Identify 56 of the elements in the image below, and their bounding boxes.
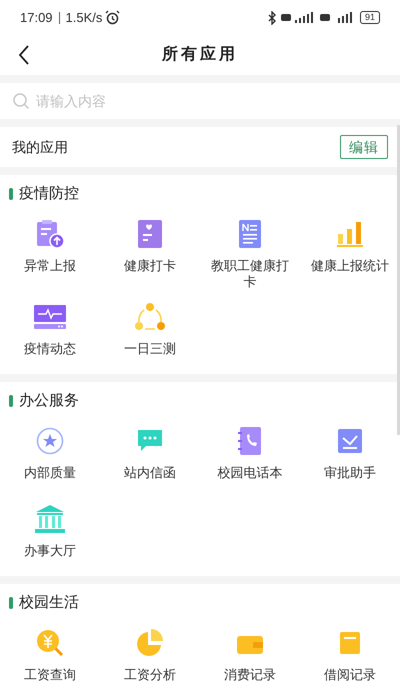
app-label: 消费记录 (224, 667, 276, 683)
app-label: 校园电话本 (218, 465, 282, 481)
section-label: 我的应用 (12, 138, 68, 156)
pie-chart-icon (135, 628, 165, 658)
network-speed: 1.5K/s (66, 8, 102, 27)
app-label: 一日三测 (124, 341, 176, 357)
document-icon (237, 219, 263, 249)
app-label: 工资查询 (24, 667, 76, 683)
phone-book-icon (238, 426, 262, 456)
search-icon (12, 92, 30, 110)
yen-magnifier-icon (35, 628, 65, 658)
heart-card-icon (136, 219, 164, 249)
back-icon (18, 45, 30, 65)
app-tile[interactable]: 校园电话本 (200, 418, 300, 496)
app-label: 异常上报 (24, 258, 76, 274)
search-field[interactable]: 请输入内容 (36, 90, 388, 112)
app-tile[interactable]: 一日三测 (100, 294, 200, 372)
app-tile[interactable]: 工资分析 (100, 620, 200, 698)
app-tile[interactable]: 办事大厅 (0, 496, 100, 574)
edit-button[interactable]: 编辑 (340, 135, 388, 159)
checkmark-card-icon (336, 427, 364, 455)
app-tile[interactable]: 内部质量 (0, 418, 100, 496)
section-title: 疫情防控 (19, 184, 79, 204)
app-label: 疫情动态 (24, 341, 76, 357)
clipboard-upload-icon (34, 218, 66, 250)
section-title: 校园生活 (19, 592, 79, 613)
app-tile[interactable]: 借阅记录 (300, 620, 400, 698)
alarm-clock-icon (105, 10, 120, 25)
app-tile[interactable]: 疫情动态 (0, 294, 100, 372)
app-label: 内部质量 (24, 465, 76, 481)
section-title: 办公服务 (19, 390, 79, 411)
app-label: 健康打卡 (124, 258, 176, 274)
app-label: 站内信函 (124, 465, 176, 481)
app-tile[interactable]: 健康打卡 (100, 211, 200, 294)
app-label: 借阅记录 (324, 667, 376, 683)
app-label: 审批助手 (324, 465, 376, 481)
app-tile[interactable]: 消费记录 (200, 620, 300, 698)
app-label: 健康上报统计 (311, 258, 389, 274)
bluetooth-icon (268, 10, 277, 24)
app-tile[interactable]: 异常上报 (0, 211, 100, 294)
battery-indicator: 91 (360, 11, 380, 24)
search-bar[interactable]: 请输入内容 (0, 83, 400, 119)
app-tile[interactable]: 工资查询 (0, 620, 100, 698)
app-tile[interactable]: 教职工健康打卡 (200, 211, 300, 294)
bar-chart-icon (336, 220, 364, 248)
app-tile[interactable]: 审批助手 (300, 418, 400, 496)
government-building-icon (34, 504, 66, 534)
status-time: 17:09 (20, 8, 53, 27)
cycle-icon (134, 302, 166, 332)
app-tile[interactable]: 站内信函 (100, 418, 200, 496)
page-title: 所有应用 (162, 44, 238, 65)
app-label: 教职工健康打卡 (210, 258, 290, 290)
app-tile[interactable]: 健康上报统计 (300, 211, 400, 294)
monitor-wave-icon (33, 304, 67, 330)
app-label: 工资分析 (124, 667, 176, 683)
app-label: 办事大厅 (24, 543, 76, 559)
